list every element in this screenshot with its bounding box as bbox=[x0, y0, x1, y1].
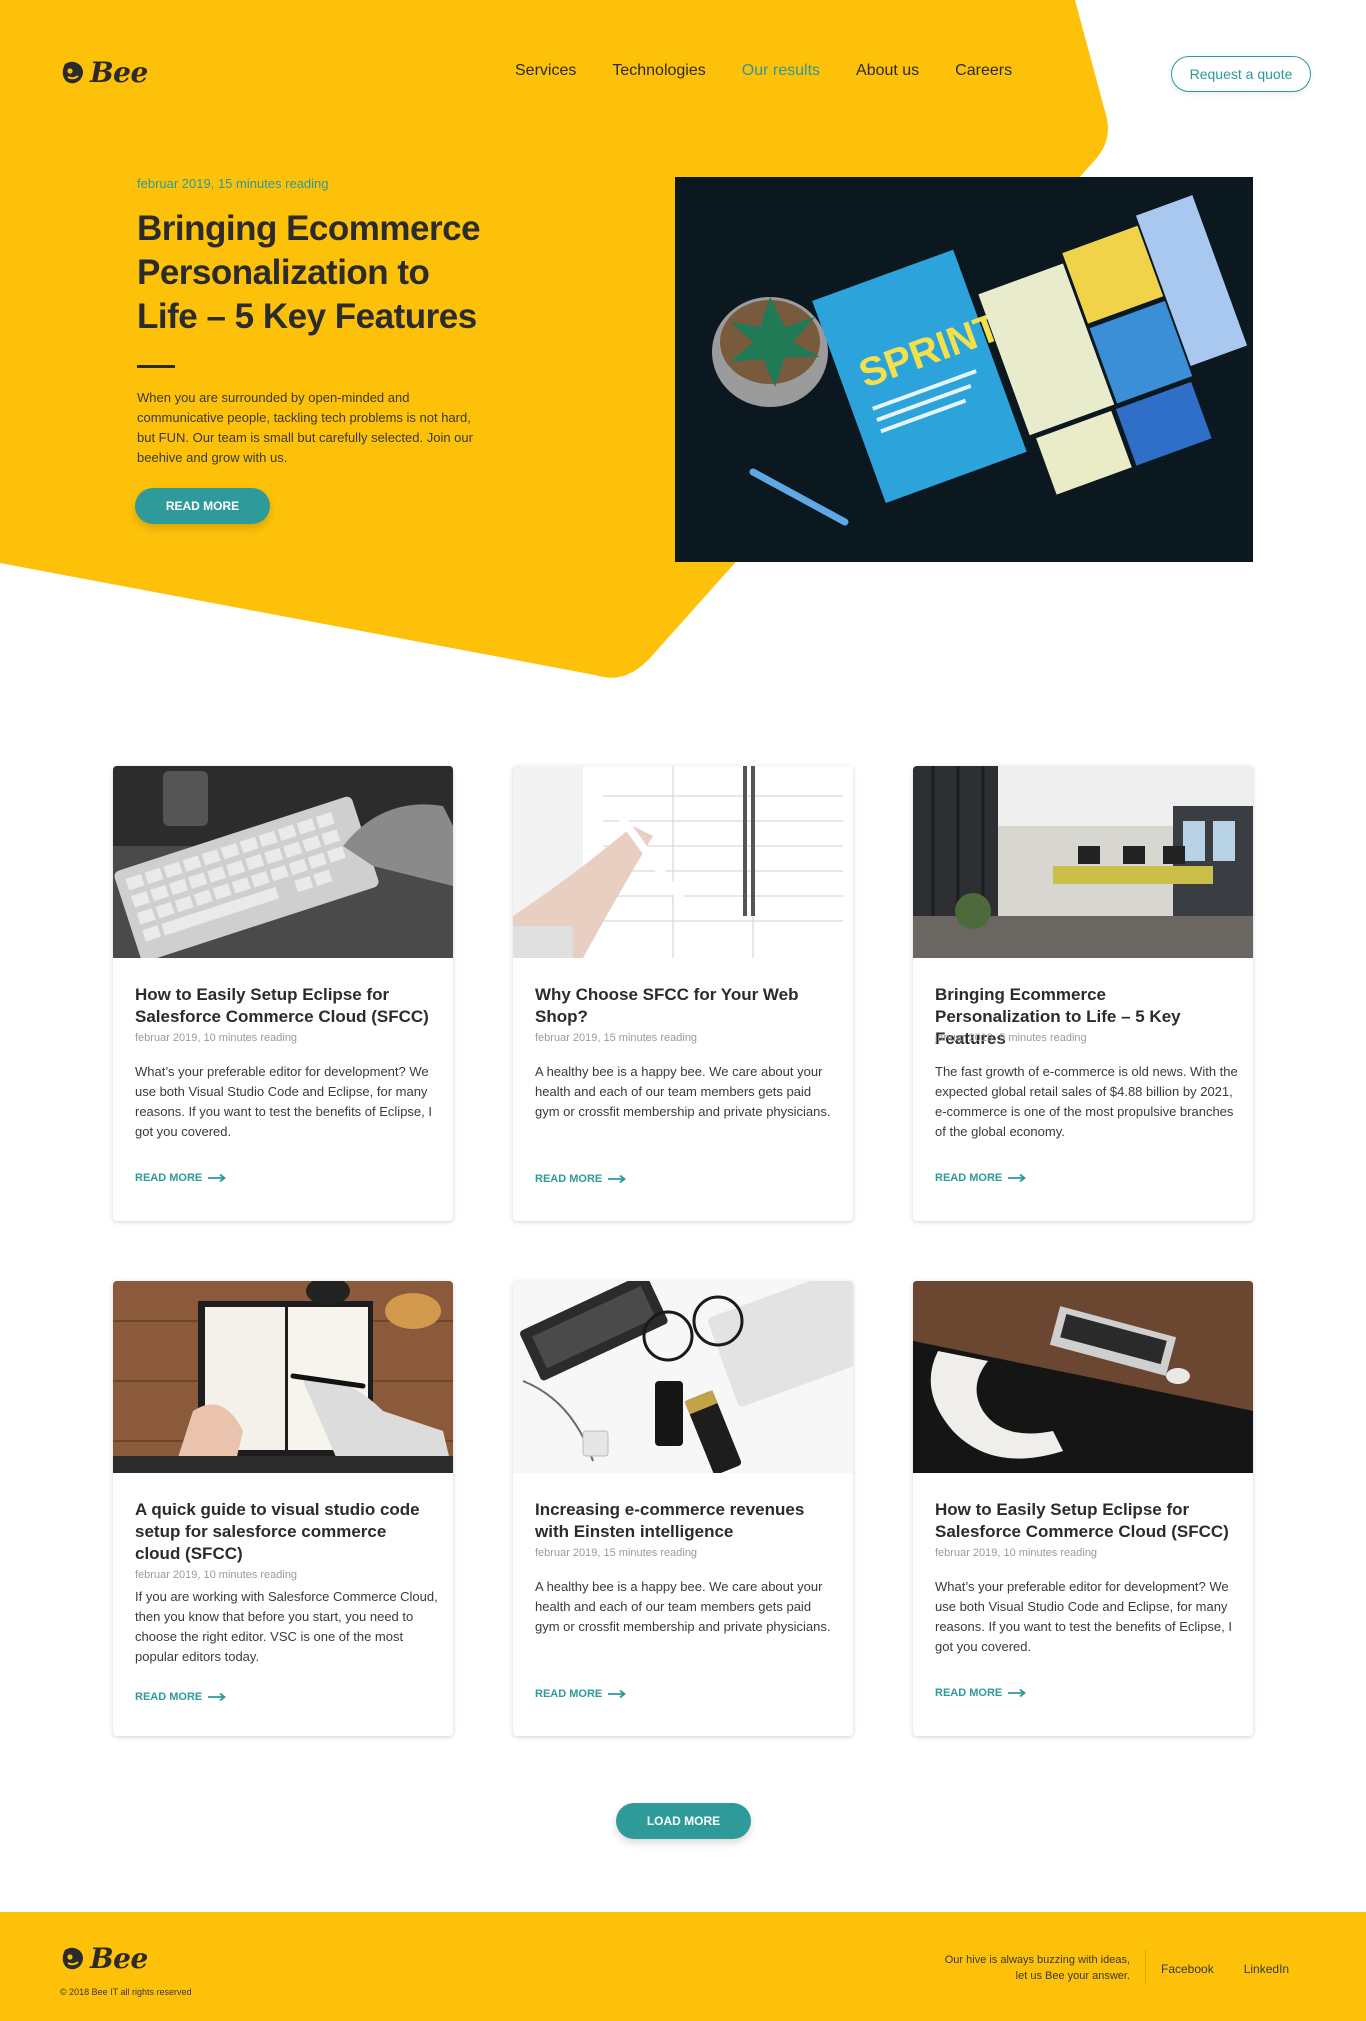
read-more-label: READ MORE bbox=[535, 1688, 603, 1700]
facebook-link[interactable]: Facebook bbox=[1161, 1962, 1214, 1976]
brand-name: Bee bbox=[90, 1942, 148, 1975]
arrow-right-icon bbox=[208, 1693, 227, 1701]
site-header: Bee Services Technologies Our results Ab… bbox=[0, 0, 1366, 140]
card-title[interactable]: A quick guide to visual studio code setu… bbox=[135, 1499, 435, 1565]
card-read-more-link[interactable]: READ MORE bbox=[535, 1173, 627, 1185]
card-body: The fast growth of e-commerce is old new… bbox=[935, 1064, 1238, 1139]
card-title[interactable]: Increasing e-commerce revenues with Eins… bbox=[535, 1499, 835, 1543]
load-more-button[interactable]: LOAD MORE bbox=[616, 1803, 751, 1839]
hero-body: When you are surrounded by open-minded a… bbox=[137, 390, 473, 465]
card-image-planner bbox=[513, 766, 853, 958]
article-card[interactable]: Increasing e-commerce revenues with Eins… bbox=[513, 1281, 853, 1736]
nav-about-us[interactable]: About us bbox=[856, 62, 919, 80]
footer-tagline: Our hive is always buzzing with ideas, l… bbox=[880, 1952, 1130, 1984]
card-meta: januar 2019, 5 minutes reading bbox=[935, 1032, 1087, 1044]
read-more-label: READ MORE bbox=[135, 1172, 203, 1184]
card-body: What’s your preferable editor for develo… bbox=[935, 1579, 1232, 1654]
card-title[interactable]: Why Choose SFCC for Your Web Shop? bbox=[535, 984, 835, 1028]
bee-logo[interactable]: Bee bbox=[60, 56, 148, 89]
hero-read-more-button[interactable]: READ MORE bbox=[135, 488, 270, 524]
read-more-label: READ MORE bbox=[935, 1687, 1003, 1699]
card-read-more-link[interactable]: READ MORE bbox=[935, 1172, 1027, 1184]
footer-bee-logo[interactable]: Bee bbox=[60, 1942, 148, 1975]
read-more-label: READ MORE bbox=[935, 1172, 1003, 1184]
nav-our-results[interactable]: Our results bbox=[742, 62, 820, 80]
card-meta: februar 2019, 15 minutes reading bbox=[535, 1547, 698, 1559]
tagline-line-2: let us Bee your answer. bbox=[1015, 1970, 1130, 1982]
arrow-right-icon bbox=[608, 1175, 627, 1183]
card-meta: februar 2019, 10 minutes reading bbox=[135, 1032, 298, 1044]
brand-name: Bee bbox=[90, 56, 148, 89]
card-meta: februar 2019, 10 minutes reading bbox=[935, 1547, 1098, 1559]
tagline-line-1: Our hive is always buzzing with ideas, bbox=[944, 1954, 1130, 1966]
card-read-more-link[interactable]: READ MORE bbox=[135, 1691, 227, 1703]
linkedin-link[interactable]: LinkedIn bbox=[1244, 1962, 1289, 1976]
card-body: If you are working with Salesforce Comme… bbox=[135, 1589, 438, 1664]
article-card[interactable]: Why Choose SFCC for Your Web Shop? febru… bbox=[513, 766, 853, 1221]
card-body: A healthy bee is a happy bee. We care ab… bbox=[535, 1064, 831, 1119]
bee-logo-icon bbox=[62, 1947, 83, 1969]
card-image-laptop bbox=[913, 1281, 1253, 1473]
read-more-label: READ MORE bbox=[135, 1691, 203, 1703]
arrow-right-icon bbox=[608, 1690, 627, 1698]
nav-careers[interactable]: Careers bbox=[955, 62, 1012, 80]
card-body: What’s your preferable editor for develo… bbox=[135, 1064, 432, 1139]
site-footer: Bee © 2018 Bee IT all rights reserved Ou… bbox=[0, 1912, 1366, 2021]
nav-technologies[interactable]: Technologies bbox=[612, 62, 705, 80]
card-title[interactable]: How to Easily Setup Eclipse for Salesfor… bbox=[935, 1499, 1235, 1543]
card-image-notebook bbox=[113, 1281, 453, 1473]
card-image-office bbox=[913, 766, 1253, 958]
article-card[interactable]: A quick guide to visual studio code setu… bbox=[113, 1281, 453, 1736]
card-meta: februar 2019, 10 minutes reading bbox=[135, 1569, 298, 1581]
card-title[interactable]: How to Easily Setup Eclipse for Salesfor… bbox=[135, 984, 435, 1028]
article-card[interactable]: How to Easily Setup Eclipse for Salesfor… bbox=[913, 1281, 1253, 1736]
card-read-more-link[interactable]: READ MORE bbox=[935, 1687, 1027, 1699]
nav-services[interactable]: Services bbox=[515, 62, 576, 80]
hero-divider bbox=[137, 365, 175, 368]
card-meta: februar 2019, 15 minutes reading bbox=[535, 1032, 698, 1044]
hero-meta: februar 2019, 15 minutes reading bbox=[137, 176, 329, 191]
card-read-more-link[interactable]: READ MORE bbox=[535, 1688, 627, 1700]
read-more-label: READ MORE bbox=[535, 1173, 603, 1185]
main-nav: Services Technologies Our results About … bbox=[515, 62, 1012, 80]
bee-logo-icon bbox=[62, 61, 83, 83]
card-read-more-link[interactable]: READ MORE bbox=[135, 1172, 227, 1184]
hero-title: Bringing Ecommerce Personalization to Li… bbox=[137, 209, 481, 336]
hero-image: SPRINT bbox=[675, 177, 1253, 562]
hero-text: februar 2019, 15 minutes reading Bringin… bbox=[137, 176, 487, 468]
request-quote-button[interactable]: Request a quote bbox=[1171, 56, 1311, 92]
arrow-right-icon bbox=[208, 1174, 227, 1182]
footer-social-links: Facebook LinkedIn bbox=[1161, 1962, 1289, 1976]
footer-divider bbox=[1145, 1950, 1146, 1984]
article-card[interactable]: Bringing Ecommerce Personalization to Li… bbox=[913, 766, 1253, 1221]
copyright-text: © 2018 Bee IT all rights reserved bbox=[60, 1987, 192, 1997]
card-image-desk-items bbox=[513, 1281, 853, 1473]
card-image-keyboard bbox=[113, 766, 453, 958]
article-card[interactable]: How to Easily Setup Eclipse for Salesfor… bbox=[113, 766, 453, 1221]
hero-image-illustration: SPRINT bbox=[675, 177, 1253, 562]
arrow-right-icon bbox=[1008, 1689, 1027, 1697]
arrow-right-icon bbox=[1008, 1174, 1027, 1182]
card-body: A healthy bee is a happy bee. We care ab… bbox=[535, 1579, 831, 1634]
